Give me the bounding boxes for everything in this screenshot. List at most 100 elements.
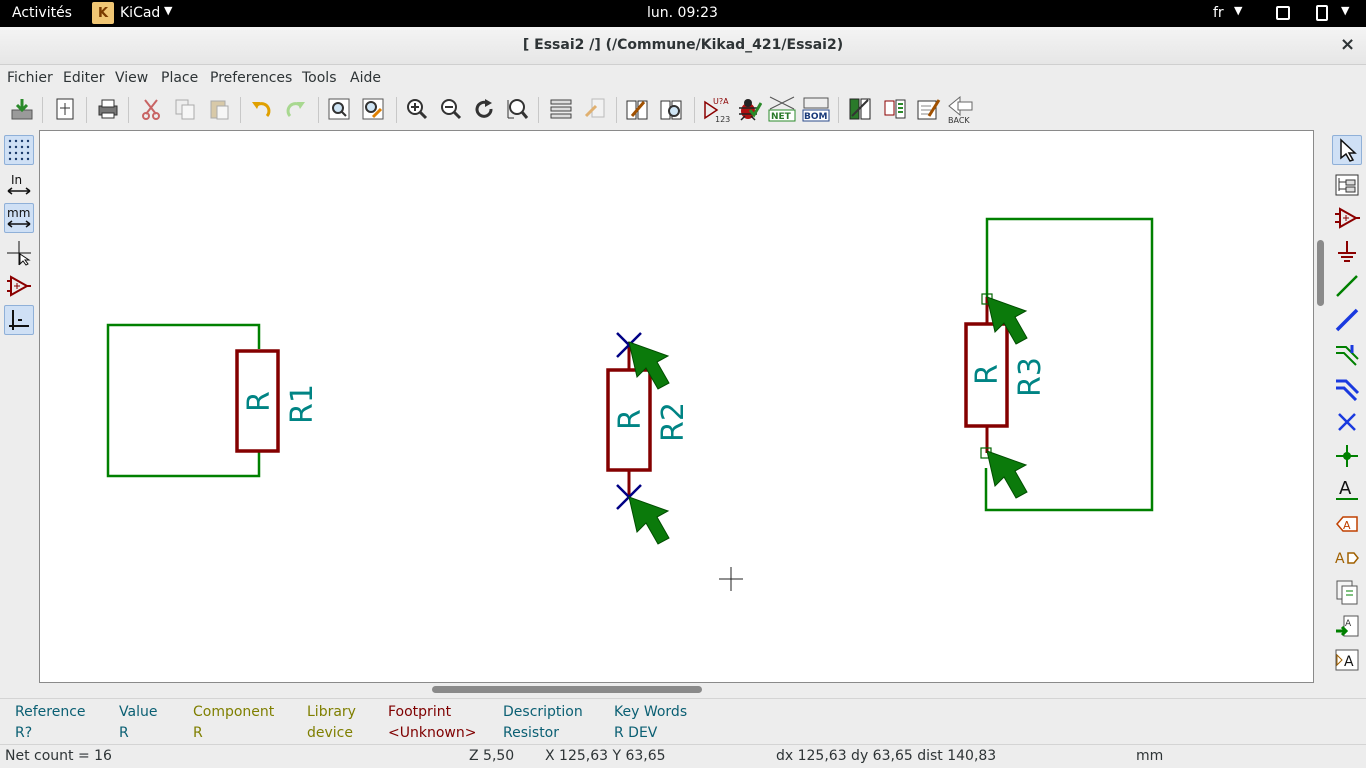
app-menu-label[interactable]: KiCad [120,5,160,21]
clock[interactable]: lun. 09:23 [647,5,718,21]
net-count: Net count = 16 [5,748,112,764]
zoom-out-icon[interactable] [436,94,466,124]
find-replace-icon[interactable] [358,94,388,124]
import-sheet-pin-icon[interactable]: A [1332,611,1362,641]
hierarchy-navigate-icon[interactable] [1332,170,1362,200]
units-mm-label: mm [7,206,30,220]
horizontal-scrollbar[interactable] [39,683,1314,697]
msg-description: Description Resistor [503,702,583,744]
reference-field: R2 [656,402,691,442]
no-connect-flag-icon[interactable] [1332,407,1362,437]
msg-header: Reference [15,704,86,720]
vertical-scrollbar[interactable] [1314,130,1328,683]
msg-value: Resistor [503,725,559,741]
window-close-button[interactable]: × [1340,34,1355,55]
menu-tools[interactable]: Tools [302,70,337,86]
place-net-label-icon[interactable]: A [1332,475,1362,505]
show-hidden-pins-icon[interactable] [4,271,34,301]
hierarchy-navigator-icon[interactable] [546,94,576,124]
component-r1[interactable]: R R1 [235,349,320,453]
msg-library: Library device [307,702,356,744]
vertical-scroll-thumb[interactable] [1317,240,1324,306]
run-cvpcb-icon[interactable] [845,94,875,124]
sheet-pin-glyph: A [1345,619,1352,629]
zoom-fit-icon[interactable] [502,94,532,124]
erc-marker-arrow[interactable] [628,496,670,545]
wire-45deg-icon[interactable] [4,305,34,335]
place-bus-icon[interactable] [1332,305,1362,335]
language-chevron-icon[interactable]: ▼ [1234,4,1242,17]
netlist-label: NET [771,112,792,122]
select-arrow-icon[interactable] [1332,135,1362,165]
wire-to-bus-entry-icon[interactable] [1332,339,1362,369]
annotate-icon[interactable]: U?A 123 [701,94,731,124]
place-hierarchical-label-icon[interactable]: A [1332,543,1362,573]
leave-sheet-icon[interactable] [580,94,610,124]
back-annotate-icon[interactable]: BACK [946,94,976,124]
redraw-icon[interactable] [469,94,499,124]
right-tools-toolbar: A A A A A [1328,130,1366,690]
back-label: BACK [948,116,970,124]
bom-icon[interactable]: BOM [801,94,831,124]
erc-icon[interactable] [734,94,764,124]
bus-to-bus-entry-icon[interactable] [1332,373,1362,403]
battery-icon[interactable] [1316,5,1328,21]
annotate-bottom-label: 123 [715,115,730,124]
reference-field: R1 [285,384,320,424]
page-settings-icon[interactable] [50,94,80,124]
app-menu-chevron-icon[interactable]: ▼ [164,4,172,17]
horizontal-scroll-thumb[interactable] [432,686,702,693]
find-icon[interactable] [324,94,354,124]
place-component-icon[interactable] [1332,203,1362,233]
paste-icon[interactable] [204,94,234,124]
units-inch-icon[interactable]: In [4,170,34,200]
save-icon[interactable] [7,94,37,124]
netlist-icon[interactable]: NET [767,94,797,124]
place-sheet-pin-icon[interactable]: A [1332,645,1362,675]
zoom-in-icon[interactable] [402,94,432,124]
hier-label-glyph: A [1335,551,1345,567]
menu-place[interactable]: Place [161,70,198,86]
print-icon[interactable] [93,94,123,124]
undo-icon[interactable] [246,94,276,124]
menu-fichier[interactable]: Fichier [7,70,53,86]
message-panel: Reference R? Value R Component R Library… [0,698,1366,744]
menu-preferences[interactable]: Preferences [210,70,292,86]
import-footprints-icon[interactable] [880,94,910,124]
place-junction-icon[interactable] [1332,441,1362,471]
menu-editer[interactable]: Editer [63,70,104,86]
msg-component: Component R [193,702,274,744]
menu-view[interactable]: View [115,70,148,86]
window-overview-icon[interactable] [1276,6,1290,20]
value-field: R [242,391,277,412]
units-mm-icon[interactable]: mm [4,203,34,233]
cursor-shape-icon[interactable] [4,238,34,268]
place-hierarchical-sheet-icon[interactable] [1332,577,1362,607]
global-label-glyph: A [1343,519,1351,532]
erc-marker-arrow[interactable] [986,450,1028,499]
grid-toggle-icon[interactable] [4,135,34,165]
menu-bar: Fichier Editer View Place Preferences To… [0,65,1366,91]
redo-icon[interactable] [281,94,311,124]
cut-icon[interactable] [136,94,166,124]
msg-value: R DEV [614,725,658,741]
system-menu-chevron-icon[interactable]: ▼ [1341,4,1349,17]
msg-keywords: Key Words R DEV [614,702,687,744]
library-browser-icon[interactable] [656,94,686,124]
library-editor-icon[interactable] [622,94,652,124]
annotate-top-label: U?A [713,97,729,106]
system-top-bar: Activités K KiCad ▼ lun. 09:23 fr ▼ ▼ [0,0,1366,27]
activities-button[interactable]: Activités [12,5,72,21]
copy-icon[interactable] [170,94,200,124]
left-options-toolbar: In mm [0,130,38,690]
menu-aide[interactable]: Aide [350,70,381,86]
language-indicator[interactable]: fr [1213,5,1224,21]
place-power-icon[interactable] [1332,237,1362,267]
place-global-label-icon[interactable]: A [1332,509,1362,539]
kicad-app-icon: K [92,2,114,24]
run-pcbnew-icon[interactable] [913,94,943,124]
msg-value-col: Value R [119,702,157,744]
place-wire-icon[interactable] [1332,271,1362,301]
sheet-pin-label-glyph: A [1344,654,1354,670]
schematic-canvas[interactable]: R R1 R R2 R R3 [39,130,1314,683]
